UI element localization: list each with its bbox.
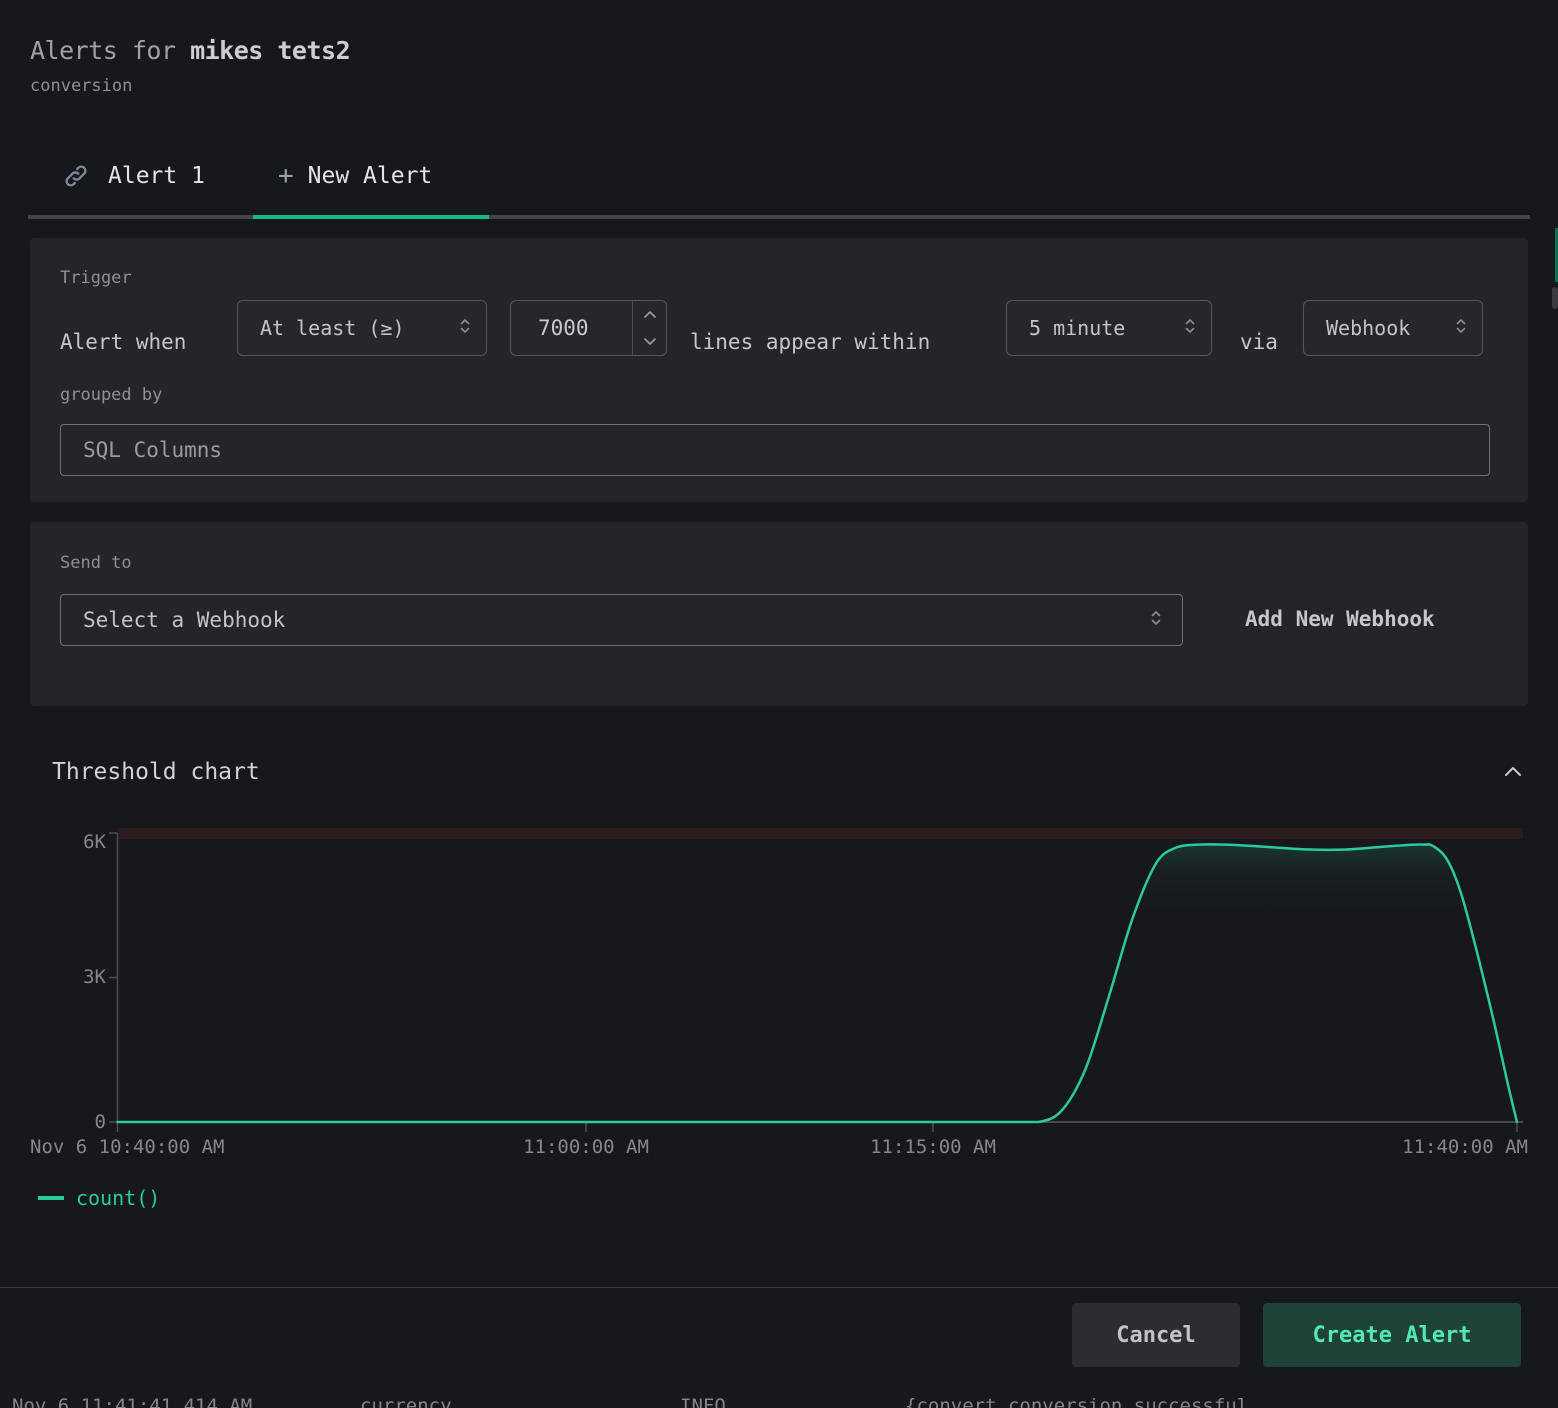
legend-line-swatch xyxy=(38,1196,64,1200)
page-title-source-name: mikes tets2 xyxy=(190,36,350,65)
y-axis-ticks xyxy=(109,833,117,1122)
x-tick-1100: 11:00:00 AM xyxy=(466,1136,706,1158)
number-stepper xyxy=(632,301,666,355)
add-new-webhook-button[interactable]: Add New Webhook xyxy=(1245,607,1435,631)
send-to-panel: Send to Select a Webhook Add New Webhook xyxy=(30,522,1528,706)
tab-new-alert[interactable]: + New Alert xyxy=(278,160,432,192)
threshold-chart-title: Threshold chart xyxy=(52,759,260,785)
chevron-up-down-icon xyxy=(1453,316,1469,340)
tab-alert-1[interactable]: Alert 1 xyxy=(62,160,205,192)
chevron-up-down-icon xyxy=(457,316,473,340)
grouped-by-input[interactable] xyxy=(60,424,1490,476)
collapse-chart-button[interactable] xyxy=(1500,761,1526,787)
grouped-by-label: grouped by xyxy=(60,385,162,405)
x-tick-1115: 11:15:00 AM xyxy=(813,1136,1053,1158)
threshold-number-input[interactable] xyxy=(511,301,632,355)
trigger-panel: Trigger Alert when At least (≥) lines ap xyxy=(30,238,1528,502)
condition-select[interactable]: At least (≥) xyxy=(237,300,487,356)
send-to-label: Send to xyxy=(60,553,132,573)
x-axis-ticks xyxy=(118,1122,1518,1132)
channel-select[interactable]: Webhook xyxy=(1303,300,1483,356)
webhook-select[interactable]: Select a Webhook xyxy=(60,594,1183,646)
background-log-service: currency xyxy=(360,1395,452,1408)
link-icon xyxy=(62,162,90,190)
series-area-fill xyxy=(118,844,1518,1122)
chevron-up-down-icon xyxy=(1148,608,1164,632)
cancel-button[interactable]: Cancel xyxy=(1072,1303,1240,1367)
background-log-timestamp: Nov 6 11:41:41.414 AM xyxy=(12,1395,252,1408)
alert-modal: Alerts for mikes tets2 conversion Alert … xyxy=(0,0,1558,1408)
time-window-select[interactable]: 5 minute xyxy=(1006,300,1212,356)
stepper-down-icon[interactable] xyxy=(633,328,666,355)
via-label: via xyxy=(1240,314,1278,370)
legend-label: count() xyxy=(76,1186,160,1210)
footer-divider xyxy=(0,1287,1558,1288)
y-tick-3k: 3K xyxy=(56,966,106,988)
page-title-prefix: Alerts for xyxy=(30,36,190,65)
webhook-select-value: Select a Webhook xyxy=(83,608,285,632)
stepper-up-icon[interactable] xyxy=(633,301,666,328)
page-title: Alerts for mikes tets2 xyxy=(30,36,350,65)
alert-when-label: Alert when xyxy=(60,314,186,370)
chevron-up-icon xyxy=(1500,768,1526,787)
scrollbar-thumb[interactable] xyxy=(1552,287,1558,309)
grouped-by-field xyxy=(60,424,1490,476)
y-tick-6k: 6K xyxy=(56,831,106,853)
lines-appear-label: lines appear within xyxy=(690,314,930,370)
threshold-chart xyxy=(0,810,1558,1175)
x-tick-1040: Nov 6 10:40:00 AM xyxy=(30,1136,224,1158)
x-tick-1140: 11:40:00 AM xyxy=(1288,1136,1528,1158)
background-log-level: INFO xyxy=(680,1395,726,1408)
tab-alert-1-label: Alert 1 xyxy=(108,163,205,189)
background-log-message: {convert conversion successful xyxy=(905,1395,1248,1408)
trigger-section-label: Trigger xyxy=(60,268,132,288)
time-window-select-value: 5 minute xyxy=(1029,316,1125,340)
legend-item-count[interactable]: count() xyxy=(38,1186,160,1210)
channel-select-value: Webhook xyxy=(1326,316,1410,340)
tab-new-alert-label: New Alert xyxy=(308,163,433,189)
threshold-zone xyxy=(117,828,1523,839)
create-alert-button[interactable]: Create Alert xyxy=(1263,1303,1521,1367)
threshold-number-field xyxy=(510,300,667,356)
plus-icon: + xyxy=(278,161,294,191)
condition-select-value: At least (≥) xyxy=(260,316,405,340)
active-tab-indicator xyxy=(253,215,489,219)
page-subtitle: conversion xyxy=(30,76,132,96)
y-tick-0: 0 xyxy=(56,1111,106,1133)
chevron-up-down-icon xyxy=(1182,316,1198,340)
